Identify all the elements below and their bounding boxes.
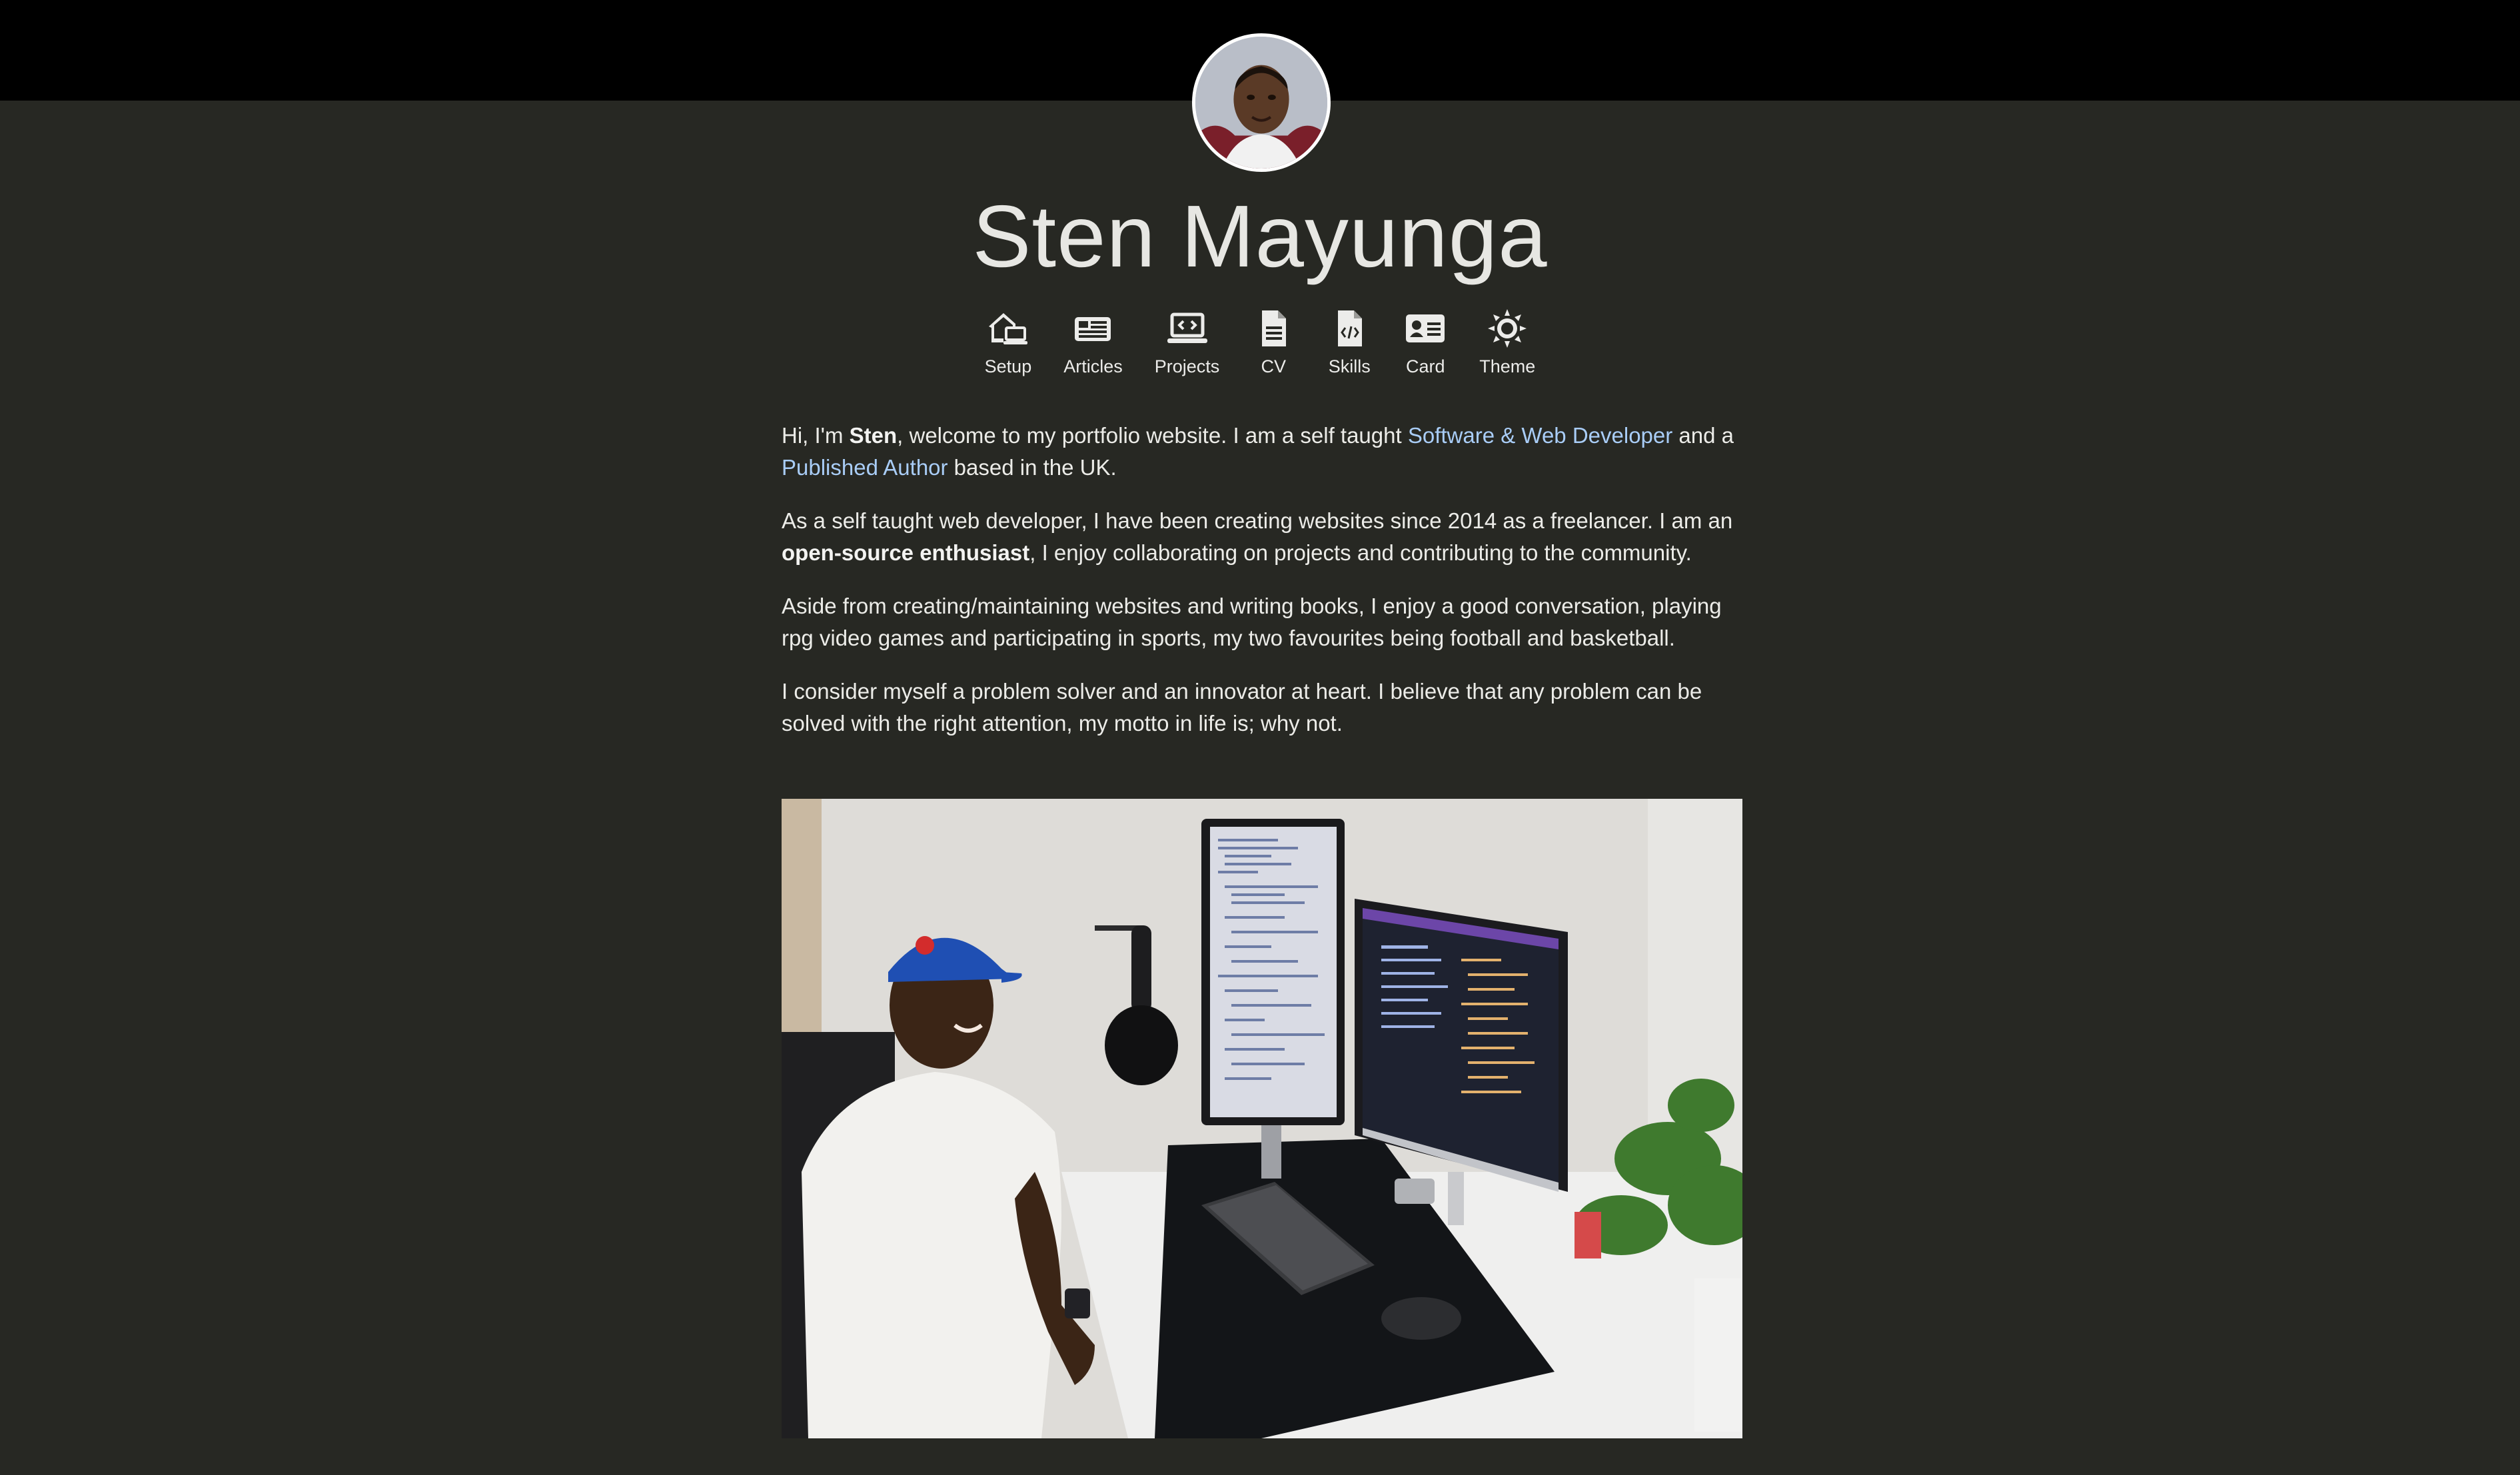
document-icon	[1251, 306, 1295, 350]
intro-text: As a self taught web developer, I have b…	[782, 508, 1733, 533]
nav-label: Theme	[1479, 356, 1536, 376]
intro-text: , I enjoy collaborating on projects and …	[1029, 540, 1692, 565]
intro-paragraph-3: Aside from creating/maintaining websites…	[782, 594, 1722, 650]
sun-icon	[1485, 306, 1529, 350]
nav-item-projects[interactable]: Projects	[1154, 306, 1220, 377]
nav-label: CV	[1261, 356, 1287, 376]
laptop-code-icon	[1165, 306, 1209, 350]
nav-label: Skills	[1328, 356, 1371, 376]
nav-item-setup[interactable]: Setup	[984, 306, 1032, 377]
avatar	[1192, 33, 1331, 172]
nav-label: Setup	[984, 356, 1032, 376]
file-code-icon	[1327, 306, 1371, 350]
intro-text: and a	[1672, 423, 1734, 448]
nav-label: Projects	[1154, 356, 1220, 376]
nav-item-skills[interactable]: Skills	[1327, 306, 1371, 377]
intro-paragraph-4: I consider myself a problem solver and a…	[782, 679, 1702, 736]
setup-photo	[782, 799, 1742, 1438]
nav-label: Articles	[1063, 356, 1123, 376]
published-author-link[interactable]: Published Author	[782, 455, 948, 480]
intro-paragraph-1: Hi, I'm Sten, welcome to my portfolio we…	[782, 420, 1742, 484]
page-title: Sten Mayunga	[972, 187, 1548, 285]
intro-text: , welcome to my portfolio website. I am …	[897, 423, 1408, 448]
main-nav: Setup Articles Projects CV Skills Card T…	[0, 306, 2520, 377]
intro-text: based in the UK.	[947, 455, 1117, 480]
intro-name-bold: Sten	[849, 423, 898, 448]
nav-item-theme[interactable]: Theme	[1479, 306, 1535, 377]
software-web-developer-link[interactable]: Software & Web Developer	[1408, 423, 1672, 448]
nav-item-cv[interactable]: CV	[1251, 306, 1295, 377]
intro-paragraph-2: As a self taught web developer, I have b…	[782, 505, 1742, 569]
intro-section: Hi, I'm Sten, welcome to my portfolio we…	[782, 420, 1742, 761]
newspaper-icon	[1071, 306, 1115, 350]
intro-text: Hi, I'm	[782, 423, 850, 448]
nav-item-card[interactable]: Card	[1403, 306, 1447, 377]
home-laptop-icon	[986, 306, 1030, 350]
nav-item-articles[interactable]: Articles	[1063, 306, 1123, 377]
open-source-bold: open-source enthusiast	[782, 540, 1030, 565]
avatar-portrait	[1195, 37, 1327, 169]
id-card-icon	[1403, 306, 1447, 350]
nav-label: Card	[1406, 356, 1445, 376]
